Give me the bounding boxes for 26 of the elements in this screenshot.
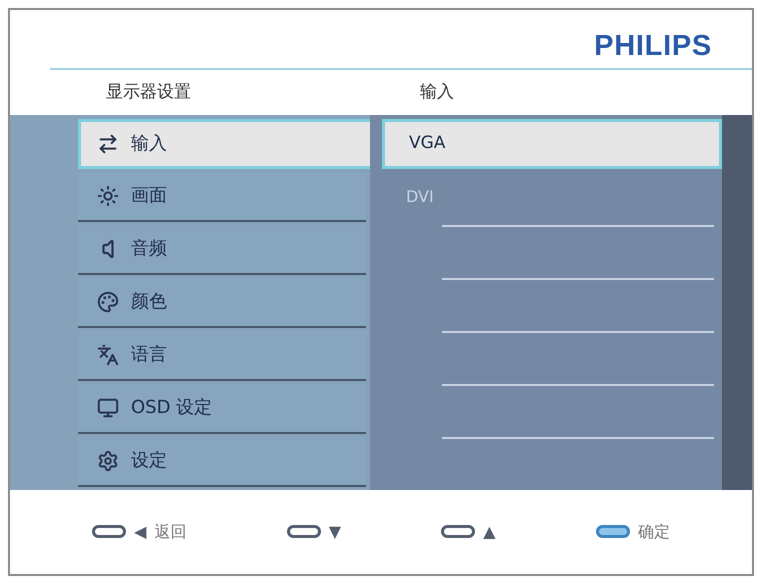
input-arrows-icon [97, 132, 119, 155]
menu-item[interactable]: 设定 [78, 436, 366, 487]
arrow-symbol: ▲ [483, 520, 496, 543]
key-pill-icon[interactable] [92, 525, 126, 538]
menu-item[interactable]: OSD 设定 [78, 384, 366, 434]
menu-item[interactable]: 颜色 [78, 278, 366, 328]
menu-item[interactable]: 语言 [78, 330, 366, 381]
key-pill-icon[interactable] [441, 525, 476, 538]
brand-logo: PHILIPS [594, 29, 712, 64]
language-icon [97, 344, 119, 366]
menu-item[interactable]: 画面 [78, 172, 366, 222]
key-label: 确定 [638, 520, 670, 543]
settings-icon [97, 450, 119, 472]
monitor-icon [97, 396, 119, 419]
speaker-icon [102, 238, 114, 259]
key-label: 返回 [154, 520, 186, 543]
key-pill-icon[interactable] [596, 525, 630, 538]
sun-icon [97, 184, 119, 207]
arrow-symbol: ◀ [134, 520, 146, 543]
submenu-item[interactable]: VGA [382, 118, 722, 169]
palette-icon [97, 290, 119, 313]
submenu-title: 输入 [420, 80, 454, 104]
key-pill-icon[interactable] [286, 525, 321, 538]
arrow-symbol: ▼ [328, 520, 342, 543]
menu-title: 显示器设置 [106, 80, 192, 104]
menu-item[interactable]: 音频 [78, 224, 366, 275]
